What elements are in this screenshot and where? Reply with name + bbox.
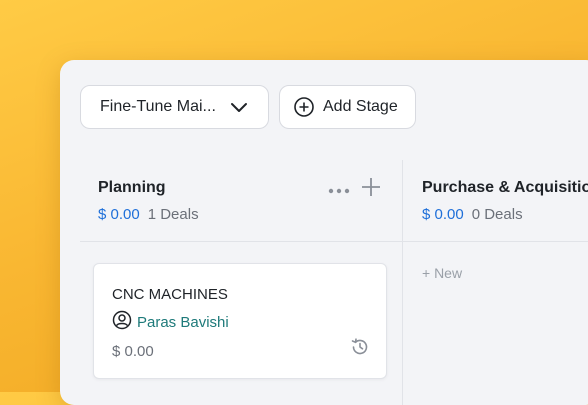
stage-deal-count: 0 Deals xyxy=(471,206,523,223)
add-deal-icon[interactable] xyxy=(360,176,382,203)
deal-amount: $ 0.00 xyxy=(112,343,154,360)
user-icon xyxy=(112,310,132,335)
stage-summary-purchase: $ 0.00 0 Deals xyxy=(422,206,523,224)
pipeline-select[interactable]: Fine-Tune Mai... xyxy=(80,85,269,129)
deal-owner[interactable]: Paras Bavishi xyxy=(112,310,229,335)
stage-title-planning: Planning xyxy=(98,179,166,196)
add-stage-button[interactable]: Add Stage xyxy=(279,85,416,129)
history-icon[interactable] xyxy=(349,336,371,363)
stage-title-purchase: Purchase & Acquisition xyxy=(422,179,588,196)
stage-deal-count: 1 Deals xyxy=(147,206,199,223)
new-deal-link[interactable]: + New xyxy=(422,265,462,281)
stage-amount: $ 0.00 xyxy=(422,206,464,223)
pipeline-panel: Fine-Tune Mai... Add Stage Planning $ 0.… xyxy=(60,60,588,405)
pipeline-select-value: Fine-Tune Mai... xyxy=(100,98,216,115)
column-divider xyxy=(402,160,403,405)
header-divider xyxy=(80,241,588,242)
stage-summary-planning: $ 0.00 1 Deals xyxy=(98,206,199,224)
plus-circle-icon xyxy=(294,97,314,117)
deal-title: CNC MACHINES xyxy=(112,286,228,303)
more-options-icon[interactable] xyxy=(328,181,350,199)
stage-amount: $ 0.00 xyxy=(98,206,140,223)
add-stage-label: Add Stage xyxy=(323,98,398,115)
chevron-down-icon xyxy=(230,100,248,119)
stage-actions-planning xyxy=(328,176,382,203)
deal-card[interactable]: CNC MACHINES Paras Bavishi $ 0.00 xyxy=(93,263,387,379)
owner-name: Paras Bavishi xyxy=(137,314,229,331)
kanban-board: Planning $ 0.00 1 Deals Purchase & Acquis… xyxy=(80,160,588,405)
